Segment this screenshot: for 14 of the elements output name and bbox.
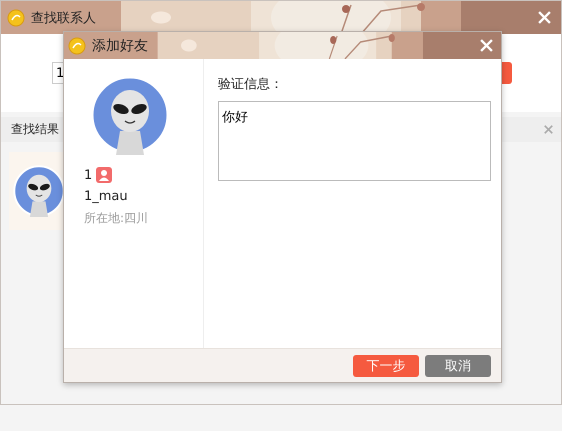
contact-location: 所在地:四川 (84, 210, 150, 227)
window-title: 查找联系人 (31, 10, 96, 26)
message-field[interactable]: 你好 (218, 101, 491, 181)
logo-icon (7, 8, 25, 26)
cancel-button[interactable]: 取消 (425, 354, 491, 376)
contact-name: 1 (84, 168, 92, 182)
results-title: 查找结果 (11, 121, 59, 138)
close-icon[interactable] (544, 125, 553, 134)
contact-nickname: 1_mau (84, 189, 129, 204)
next-button[interactable]: 下一步 (353, 354, 419, 376)
verification-label: 验证信息： (218, 76, 284, 93)
logo-icon (68, 36, 86, 54)
dialog-title: 添加好友 (92, 36, 148, 54)
person-icon (96, 167, 112, 183)
